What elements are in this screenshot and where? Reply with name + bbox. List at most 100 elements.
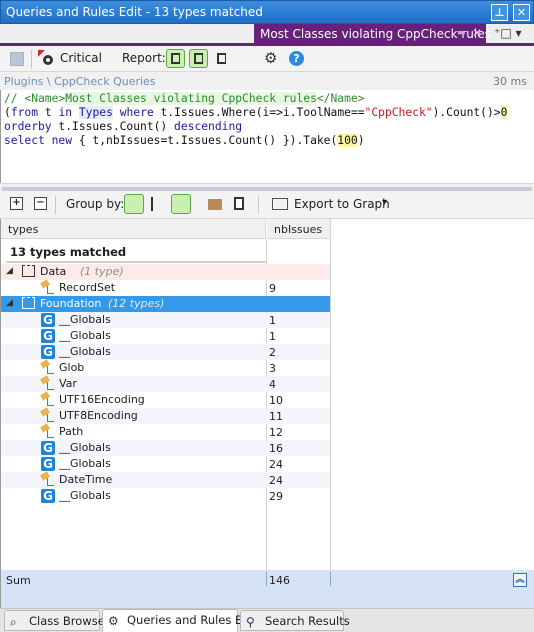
expander-icon[interactable]: ◢ xyxy=(6,266,13,276)
type-name: Path xyxy=(59,425,84,438)
column-header-nbissues[interactable]: nbIssues xyxy=(267,219,331,239)
close-icon: ✕ xyxy=(516,6,527,19)
group-by-label: Group by: xyxy=(66,197,125,211)
critical-toggle[interactable]: Critical xyxy=(60,51,102,65)
report-label: Report: xyxy=(122,51,166,65)
sum-label: Sum xyxy=(6,574,31,587)
report-grid-button[interactable] xyxy=(212,49,231,68)
query-duration: 30 ms xyxy=(493,75,527,88)
settings-gear-icon[interactable]: ⚙ xyxy=(264,49,277,67)
header-divider xyxy=(6,261,266,263)
close-window-button[interactable]: ✕ xyxy=(513,4,530,21)
expand-all-icon[interactable]: + xyxy=(10,197,23,210)
window-title: Queries and Rules Edit - 13 types matche… xyxy=(6,5,263,19)
tab-label: Queries and Rules Edit xyxy=(127,613,258,627)
pin-window-button[interactable]: ⊥ xyxy=(491,4,508,21)
expander-icon[interactable]: ◢ xyxy=(6,298,13,308)
column-divider xyxy=(330,572,331,586)
nbissues-value: 1 xyxy=(269,330,276,343)
type-name: RecordSet xyxy=(59,281,116,294)
query-toolbar: Critical Report: ⚙ ? xyxy=(0,46,534,72)
tab-search-results[interactable]: ⚲ Search Results xyxy=(240,610,350,631)
tab-queries-and-rules-edit[interactable]: ⚙ Queries and Rules Edit xyxy=(102,609,257,632)
namespace-icon xyxy=(22,265,35,277)
tab-label: Search Results xyxy=(265,614,350,628)
table-row[interactable]: G __Globals 1 xyxy=(1,328,330,344)
code-line-2: (from t in Types where t.Issues.Where(i=… xyxy=(4,106,508,119)
group-row-data[interactable]: ◢ Data (1 type) xyxy=(1,264,330,280)
nbissues-value: 4 xyxy=(269,378,276,391)
type-name: __Globals xyxy=(59,345,111,358)
tab-close-icon[interactable]: ✕ xyxy=(472,26,482,40)
type-name: Glob xyxy=(59,361,85,374)
column-header-types[interactable]: types xyxy=(1,219,266,239)
table-row[interactable]: UTF16Encoding 10 xyxy=(1,392,330,408)
export-dropdown-icon[interactable]: ▾ xyxy=(382,197,387,208)
column-divider xyxy=(330,239,331,570)
group-count: (12 types) xyxy=(108,297,165,310)
table-row[interactable]: G __Globals 1 xyxy=(1,312,330,328)
nbissues-value: 9 xyxy=(269,282,276,295)
group-by-type-button[interactable] xyxy=(171,194,191,214)
class-icon xyxy=(41,473,55,487)
help-icon[interactable]: ? xyxy=(289,51,304,66)
breadcrumb[interactable]: Plugins \ CppCheck Queries xyxy=(4,75,156,88)
tab-class-browser[interactable]: ⌕ Class Browser xyxy=(4,610,110,631)
globals-icon: G xyxy=(41,489,55,503)
class-icon xyxy=(41,281,55,295)
save-icon[interactable] xyxy=(10,52,24,66)
sum-bar: Sum 146 ︽ xyxy=(0,570,534,608)
table-row[interactable]: G __Globals 2 xyxy=(1,344,330,360)
table-row[interactable]: RecordSet 9 xyxy=(1,280,330,296)
new-query-dropdown-button[interactable]: ⁺□ ▾ xyxy=(494,26,530,42)
collapse-all-icon[interactable]: − xyxy=(34,197,47,210)
report-table-button[interactable] xyxy=(189,49,208,68)
collapse-sum-icon[interactable]: ︽ xyxy=(513,573,527,587)
code-line-3: orderby t.Issues.Count() descending xyxy=(4,120,243,133)
table-row[interactable]: UTF8Encoding 11 xyxy=(1,408,330,424)
globals-icon: G xyxy=(41,345,55,359)
nbissues-value: 1 xyxy=(269,314,276,327)
class-icon xyxy=(41,361,55,375)
group-by-namespace-button[interactable] xyxy=(124,194,144,214)
bottom-tab-strip: ⌕ Class Browser ⚙ Queries and Rules Edit… xyxy=(0,608,534,632)
file-icon[interactable] xyxy=(234,197,244,210)
nbissues-value: 2 xyxy=(269,346,276,359)
toolbar-divider xyxy=(258,196,259,214)
globals-icon: G xyxy=(41,457,55,471)
table-row[interactable]: G __Globals 24 xyxy=(1,456,330,472)
table-row[interactable]: Path 12 xyxy=(1,424,330,440)
globals-icon: G xyxy=(41,441,55,455)
code-line-1: // <Name>Most Classes violating CppCheck… xyxy=(4,92,365,105)
query-code-editor[interactable]: // <Name>Most Classes violating CppCheck… xyxy=(0,90,534,183)
group-row-foundation[interactable]: ◢ Foundation (12 types) xyxy=(1,296,330,312)
group-name: Data xyxy=(40,265,67,278)
class-icon xyxy=(41,377,55,391)
table-row[interactable]: Var 4 xyxy=(1,376,330,392)
report-chart-button[interactable] xyxy=(166,49,185,68)
type-name: UTF8Encoding xyxy=(59,409,138,422)
tab-pin-icon[interactable]: ▬ xyxy=(457,28,466,38)
sum-value: 146 xyxy=(269,574,290,587)
nbissues-value: 29 xyxy=(269,490,283,503)
group-by-hierarchy-icon[interactable] xyxy=(151,197,163,211)
report-grid-icon xyxy=(217,53,226,64)
search-icon: ⚲ xyxy=(246,615,255,629)
tab-most-classes-violating-cppcheck[interactable]: Most Classes violating CppCheck rules ▬ … xyxy=(254,24,491,44)
table-row[interactable]: Glob 3 xyxy=(1,360,330,376)
table-row[interactable]: G __Globals 16 xyxy=(1,440,330,456)
code-line-4: select new { t,nbIssues=t.Issues.Count()… xyxy=(4,134,365,147)
type-name: Var xyxy=(59,377,77,390)
nbissues-value: 11 xyxy=(269,410,283,423)
export-to-graph-button[interactable]: Export to Graph xyxy=(294,197,390,211)
editor-results-splitter[interactable] xyxy=(0,183,534,192)
folder-icon[interactable] xyxy=(208,199,222,210)
nbissues-value: 16 xyxy=(269,442,283,455)
table-row[interactable]: DateTime 24 xyxy=(1,472,330,488)
results-toolbar: + − Group by: Export to Graph ▾ xyxy=(0,191,534,219)
class-icon xyxy=(41,409,55,423)
critical-rule-icon[interactable] xyxy=(38,50,56,68)
namespace-icon xyxy=(22,297,35,309)
table-row[interactable]: G __Globals 29 xyxy=(1,488,330,504)
type-name: __Globals xyxy=(59,489,111,502)
